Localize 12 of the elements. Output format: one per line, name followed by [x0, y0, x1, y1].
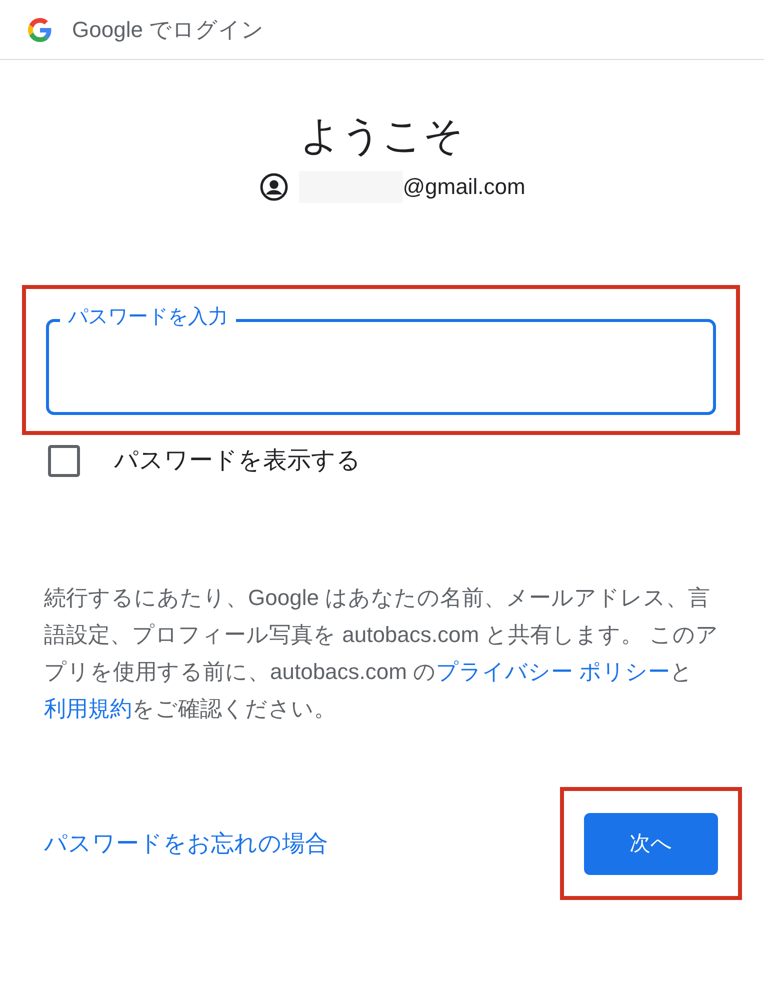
show-password-label: パスワードを表示する: [114, 446, 361, 476]
header-title: Google でログイン: [72, 16, 264, 44]
notice-link[interactable]: プライバシー ポリシー: [436, 659, 670, 684]
notice-link[interactable]: 利用規約: [44, 696, 132, 721]
next-button[interactable]: 次へ: [584, 812, 718, 874]
account-icon: [258, 172, 289, 202]
google-logo-icon: [28, 18, 52, 42]
welcome-heading: ようこそ: [300, 113, 464, 160]
show-password-checkbox[interactable]: [48, 445, 80, 477]
consent-notice: 続行するにあたり、Google はあなたの名前、メールアドレス、言語設定、プロフィール写真を autobacs.com と共有します。 このアプリを使用する前に、autobacs.com のプライバシー ポリシー と 利用規約をご確認ください。: [44, 584, 720, 723]
account-email: @gmail.com: [402, 173, 526, 201]
forgot-password-link[interactable]: パスワードをお忘れの場合: [44, 826, 328, 861]
